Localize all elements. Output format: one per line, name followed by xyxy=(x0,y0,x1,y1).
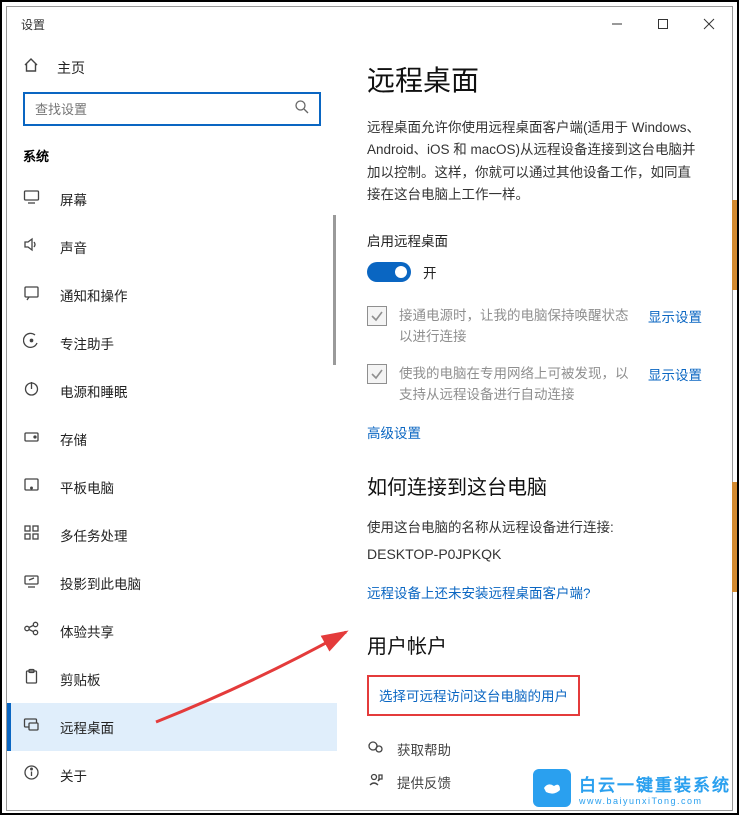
show-settings-link-1[interactable]: 显示设置 xyxy=(648,306,702,326)
enable-toggle[interactable] xyxy=(367,262,411,282)
feedback-icon xyxy=(367,771,385,794)
sidebar-item-notifications[interactable]: 通知和操作 xyxy=(7,271,337,319)
watermark-url: www.baiyunxiTong.com xyxy=(579,796,703,806)
no-client-link[interactable]: 远程设备上还未安装远程桌面客户端? xyxy=(367,582,702,602)
advanced-settings-link[interactable]: 高级设置 xyxy=(367,426,421,441)
sound-icon xyxy=(23,236,40,258)
shared-icon xyxy=(23,620,40,642)
edge-decoration xyxy=(732,200,737,290)
sidebar-group-label: 系统 xyxy=(7,146,337,175)
highlight-box: 选择可远程访问这台电脑的用户 xyxy=(367,675,580,716)
sidebar-item-project[interactable]: 投影到此电脑 xyxy=(7,559,337,607)
page-description: 远程桌面允许你使用远程桌面客户端(适用于 Windows、Android、iOS… xyxy=(367,117,702,206)
sidebar-item-shared[interactable]: 体验共享 xyxy=(7,607,337,655)
sidebar-item-storage[interactable]: 存储 xyxy=(7,415,337,463)
sidebar-item-about[interactable]: 关于 xyxy=(7,751,337,799)
storage-icon xyxy=(23,428,40,450)
device-name: DESKTOP-P0JPKQK xyxy=(367,546,702,562)
sidebar-item-sound[interactable]: 声音 xyxy=(7,223,337,271)
notifications-icon xyxy=(23,284,40,306)
watermark-text: 白云一键重装系统 xyxy=(579,771,731,796)
home-icon xyxy=(23,57,39,78)
toggle-state: 开 xyxy=(423,262,437,282)
sidebar-item-multitask[interactable]: 多任务处理 xyxy=(7,511,337,559)
sidebar-item-power[interactable]: 电源和睡眠 xyxy=(7,367,337,415)
sidebar-item-remote-desktop[interactable]: 远程桌面 xyxy=(7,703,337,751)
title-bar: 设置 xyxy=(7,7,732,41)
option-keep-awake: 接通电源时，让我的电脑保持唤醒状态以进行连接 xyxy=(399,306,636,348)
close-button[interactable] xyxy=(686,7,732,41)
show-settings-link-2[interactable]: 显示设置 xyxy=(648,364,702,384)
home-label: 主页 xyxy=(57,58,85,78)
sidebar-scrollbar[interactable] xyxy=(333,215,336,365)
multitask-icon xyxy=(23,524,40,546)
sidebar-item-focus[interactable]: 专注助手 xyxy=(7,319,337,367)
checkbox-keep-awake[interactable] xyxy=(367,306,387,326)
search-icon xyxy=(294,99,309,119)
checkbox-discoverable[interactable] xyxy=(367,364,387,384)
project-icon xyxy=(23,572,40,594)
enable-label: 启用远程桌面 xyxy=(367,230,702,250)
window-title: 设置 xyxy=(21,16,45,33)
remote-desktop-icon xyxy=(23,716,40,738)
connect-desc: 使用这台电脑的名称从远程设备进行连接: xyxy=(367,516,702,536)
settings-window: 设置 主页 xyxy=(6,6,733,811)
sidebar-item-display[interactable]: 屏幕 xyxy=(7,175,337,223)
page-title: 远程桌面 xyxy=(367,59,702,99)
connect-section-title: 如何连接到这台电脑 xyxy=(367,471,702,500)
maximize-button[interactable] xyxy=(640,7,686,41)
watermark-logo xyxy=(533,769,571,807)
main-content: 远程桌面 远程桌面允许你使用远程桌面客户端(适用于 Windows、Androi… xyxy=(337,41,732,810)
home-nav[interactable]: 主页 xyxy=(7,51,337,92)
sidebar-item-tablet[interactable]: 平板电脑 xyxy=(7,463,337,511)
sidebar: 主页 系统 屏幕 xyxy=(7,41,337,810)
select-users-link[interactable]: 选择可远程访问这台电脑的用户 xyxy=(379,689,568,704)
watermark: 白云一键重装系统 www.baiyunxiTong.com xyxy=(533,769,731,807)
sidebar-item-clipboard[interactable]: 剪贴板 xyxy=(7,655,337,703)
power-icon xyxy=(23,380,40,402)
search-box[interactable] xyxy=(23,92,321,126)
tablet-icon xyxy=(23,476,40,498)
about-icon xyxy=(23,764,40,786)
search-input[interactable] xyxy=(35,102,294,117)
edge-decoration xyxy=(732,482,737,592)
minimize-button[interactable] xyxy=(594,7,640,41)
get-help-row[interactable]: 获取帮助 xyxy=(367,738,702,761)
clipboard-icon xyxy=(23,668,40,690)
display-icon xyxy=(23,188,40,210)
help-icon xyxy=(367,738,385,761)
option-discoverable: 使我的电脑在专用网络上可被发现，以支持从远程设备进行自动连接 xyxy=(399,364,636,406)
focus-icon xyxy=(23,332,40,354)
sidebar-nav-list: 屏幕 声音 通知和操作 专注助手 xyxy=(7,175,337,810)
accounts-section-title: 用户帐户 xyxy=(367,630,702,659)
